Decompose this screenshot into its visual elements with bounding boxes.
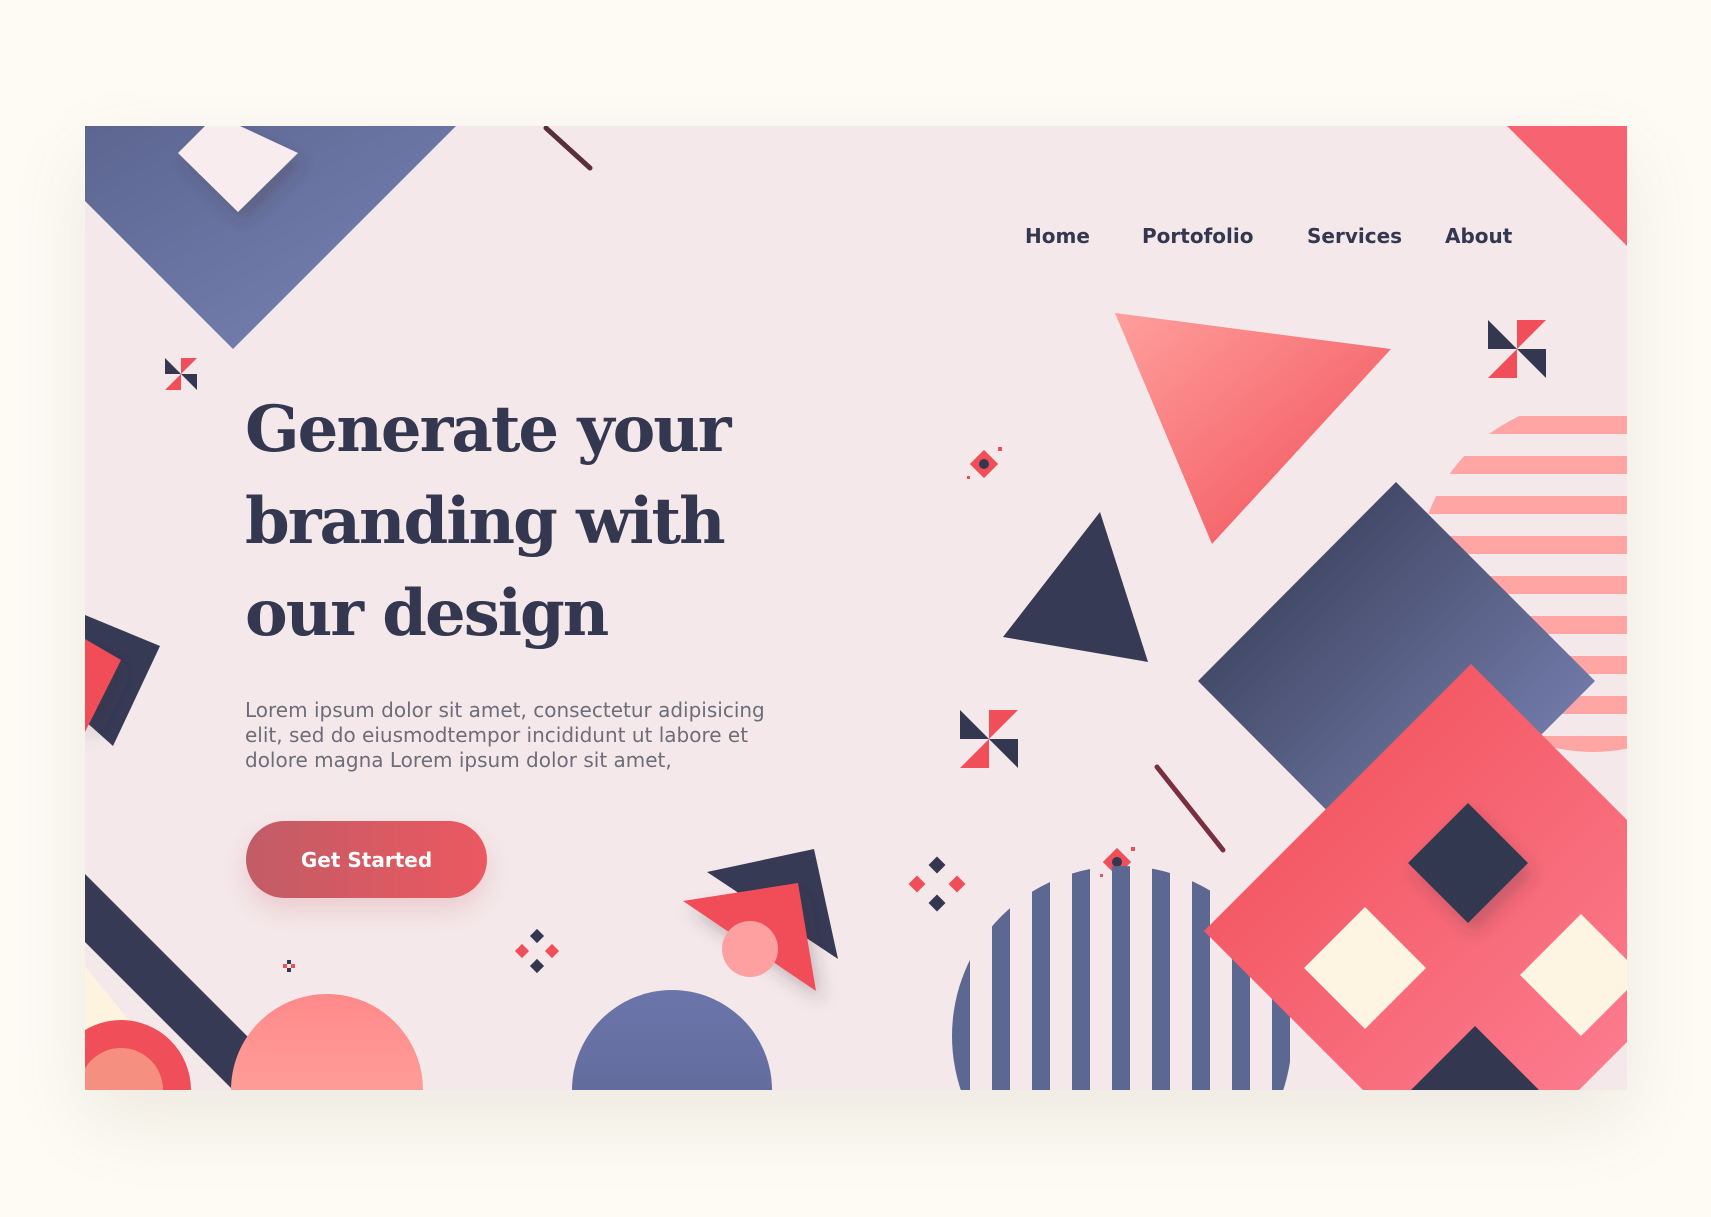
nav-about-link[interactable]: About — [1445, 224, 1512, 248]
stick-middle — [1154, 764, 1226, 853]
diamond-dot-icon-1 — [969, 449, 999, 479]
hero-title: Generate your branding with our design — [245, 384, 865, 660]
four-diamond-cluster-2 — [514, 928, 560, 974]
nav-portfolio-link[interactable]: Portofolio — [1142, 224, 1253, 248]
tiny-cluster — [283, 960, 295, 972]
hero-description: Lorem ipsum dolor sit amet, consectetur … — [245, 698, 765, 772]
coral-triangle-large — [1115, 313, 1391, 544]
pinwheel-middle — [960, 710, 1018, 768]
pinwheel-top-right — [1488, 320, 1546, 378]
hero-title-line-1: Generate your — [245, 392, 732, 467]
landing-page: Home Portofolio Services About Generate … — [85, 126, 1627, 1090]
pink-dot-plane — [722, 921, 778, 977]
pinwheel-small-left — [165, 358, 197, 390]
hero-title-line-3: our design — [245, 576, 609, 651]
four-diamond-cluster-1 — [908, 856, 966, 912]
stick-top — [543, 126, 593, 171]
indigo-circle-bottom — [572, 990, 772, 1090]
coral-triangle-top-right — [1507, 126, 1627, 246]
pink-circle-bottom — [231, 994, 423, 1090]
hero-title-line-2: branding with — [245, 484, 726, 559]
get-started-button[interactable]: Get Started — [246, 821, 487, 898]
navy-triangle — [1003, 512, 1148, 662]
nav-services-link[interactable]: Services — [1307, 224, 1402, 248]
nav-home-link[interactable]: Home — [1025, 224, 1090, 248]
